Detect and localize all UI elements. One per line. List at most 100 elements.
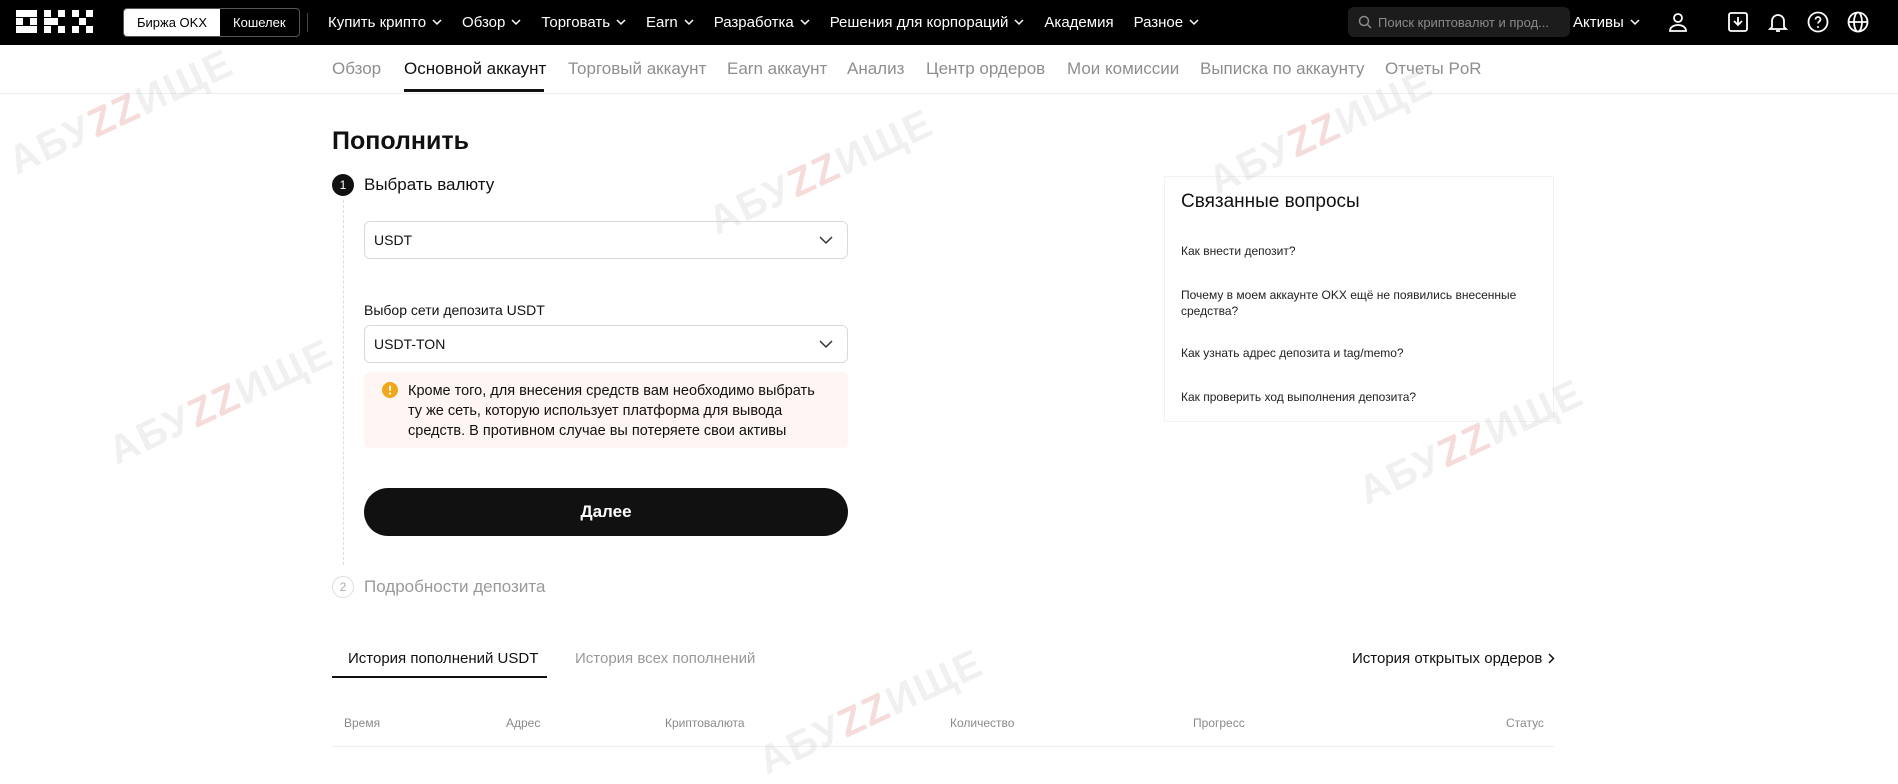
watermark-text: ZZ — [1431, 414, 1498, 477]
watermark-text: АБУ — [1351, 436, 1450, 514]
faq-link[interactable]: Как проверить ход выполнения депозита? — [1181, 389, 1541, 405]
history-tab-underline — [332, 676, 547, 678]
chevron-down-icon — [1014, 19, 1024, 26]
faq-title: Связанные вопросы — [1181, 191, 1360, 212]
tab-usdt-deposit-history[interactable]: История пополнений USDT — [348, 650, 538, 667]
nav-trade[interactable]: Торговать — [541, 14, 626, 31]
tab-statement[interactable]: Выписка по аккаунту — [1200, 59, 1364, 79]
column-header: Время — [344, 716, 381, 730]
step-number: 1 — [332, 174, 354, 196]
watermark-text: АБУ — [101, 396, 200, 474]
user-icon[interactable] — [1666, 10, 1690, 34]
assets-menu[interactable]: Активы — [1573, 0, 1640, 45]
nav-label: Купить крипто — [328, 14, 427, 31]
network-warning: Кроме того, для внесения средств вам нео… — [364, 372, 848, 448]
warning-text: Кроме того, для внесения средств вам нео… — [408, 383, 815, 439]
network-value: USDT-TON — [374, 336, 446, 352]
chevron-down-icon — [684, 19, 694, 26]
switch-wallet[interactable]: Кошелек — [220, 9, 299, 36]
column-header: Прогресс — [1193, 716, 1245, 730]
step-select-currency: 1 Выбрать валюту — [332, 174, 494, 196]
step-deposit-details: 2 Подробности депозита — [332, 576, 545, 598]
tab-main-account[interactable]: Основной аккаунт — [404, 59, 546, 79]
column-header: Криптовалюта — [665, 716, 745, 730]
exchange-wallet-switch: Биржа OKX Кошелек — [123, 8, 300, 37]
nav-business[interactable]: Решения для корпораций — [830, 14, 1025, 31]
chevron-down-icon — [432, 19, 442, 26]
history-table-header: Время Адрес Криптовалюта Количество Прог… — [332, 706, 1554, 747]
open-orders-label: История открытых ордеров — [1352, 650, 1543, 667]
nav-more[interactable]: Разное — [1134, 14, 1200, 31]
related-questions-panel: Связанные вопросы Как внести депозит? По… — [1164, 176, 1554, 422]
chevron-down-icon — [1630, 19, 1640, 26]
chevron-down-icon — [819, 235, 833, 244]
active-tab-underline — [404, 89, 544, 92]
nav-label: Решения для корпораций — [829, 14, 1009, 31]
tab-por-reports[interactable]: Отчеты PoR — [1385, 59, 1482, 79]
chevron-down-icon — [616, 19, 626, 26]
okx-logo[interactable] — [16, 10, 98, 33]
faq-link[interactable]: Как внести депозит? — [1181, 243, 1541, 259]
download-icon[interactable] — [1726, 10, 1750, 34]
watermark-text: ZZ — [181, 374, 248, 437]
watermark: АБУZZИЩЕ — [102, 331, 341, 474]
account-subnav: Обзор Основной аккаунт Торговый аккаунт … — [0, 45, 1898, 94]
tab-all-deposit-history[interactable]: История всех пополнений — [575, 650, 755, 667]
switch-exchange[interactable]: Биржа OKX — [124, 9, 221, 36]
nav-label: Торговать — [541, 14, 611, 31]
watermark-text: ZZ — [1281, 104, 1348, 167]
tab-my-fees[interactable]: Мои комиссии — [1067, 59, 1179, 79]
chevron-down-icon — [819, 339, 833, 348]
column-header: Адрес — [506, 716, 541, 730]
watermark-text: ИЩЕ — [829, 100, 941, 184]
step-label: Подробности депозита — [364, 577, 546, 596]
nav-earn[interactable]: Earn — [646, 14, 694, 31]
search-icon — [1358, 15, 1372, 29]
warning-icon — [382, 382, 398, 398]
watermark-text: ИЩЕ — [229, 330, 341, 414]
assets-label: Активы — [1573, 14, 1624, 31]
globe-icon[interactable] — [1846, 10, 1870, 34]
nav-buy-crypto[interactable]: Купить крипто — [328, 14, 442, 31]
nav-label: Академия — [1044, 14, 1114, 31]
faq-link[interactable]: Как узнать адрес депозита и tag/memo? — [1181, 345, 1541, 361]
tab-order-center[interactable]: Центр ордеров — [926, 59, 1045, 79]
chevron-down-icon — [511, 19, 521, 26]
nav-label: Разное — [1133, 14, 1184, 31]
network-select[interactable]: USDT-TON — [364, 325, 848, 363]
chevron-right-icon — [1548, 653, 1555, 664]
nav-label: Earn — [646, 14, 678, 31]
watermark-text: ZZ — [781, 144, 848, 207]
step-connector — [343, 200, 344, 565]
tab-analysis[interactable]: Анализ — [847, 59, 904, 79]
main-nav: Купить крипто Обзор Торговать Earn Разра… — [328, 0, 1199, 45]
nav-academy[interactable]: Академия — [1044, 14, 1113, 31]
next-button[interactable]: Далее — [364, 488, 848, 536]
network-label: Выбор сети депозита USDT — [364, 302, 545, 318]
tab-earn-account[interactable]: Earn аккаунт — [727, 59, 827, 79]
currency-select[interactable]: USDT — [364, 221, 848, 259]
currency-value: USDT — [374, 232, 413, 248]
divider — [307, 13, 308, 32]
nav-overview[interactable]: Обзор — [462, 14, 521, 31]
chevron-down-icon — [1189, 19, 1199, 26]
page-title: Пополнить — [332, 127, 469, 155]
tab-trading-account[interactable]: Торговый аккаунт — [568, 59, 706, 79]
chevron-down-icon — [800, 19, 810, 26]
nav-label: Обзор — [462, 14, 506, 31]
open-orders-history-link[interactable]: История открытых ордеров — [1352, 650, 1555, 667]
column-header: Количество — [950, 716, 1015, 730]
search-input[interactable]: Поиск криптовалют и прод... — [1348, 7, 1570, 37]
nav-label: Разработка — [713, 14, 794, 31]
search-placeholder: Поиск криптовалют и прод... — [1378, 14, 1550, 30]
step-label: Выбрать валюту — [364, 175, 495, 194]
column-header: Статус — [1506, 716, 1544, 730]
help-icon[interactable] — [1806, 10, 1830, 34]
faq-link[interactable]: Почему в моем аккаунте OKX ещё не появил… — [1181, 287, 1541, 319]
watermark-text: АБУ — [1, 106, 100, 184]
step-number: 2 — [332, 576, 354, 598]
tab-overview[interactable]: Обзор — [332, 59, 381, 79]
bell-icon[interactable] — [1766, 10, 1790, 34]
top-navigation-bar: Биржа OKX Кошелек Купить крипто Обзор То… — [0, 0, 1898, 45]
nav-develop[interactable]: Разработка — [714, 14, 810, 31]
